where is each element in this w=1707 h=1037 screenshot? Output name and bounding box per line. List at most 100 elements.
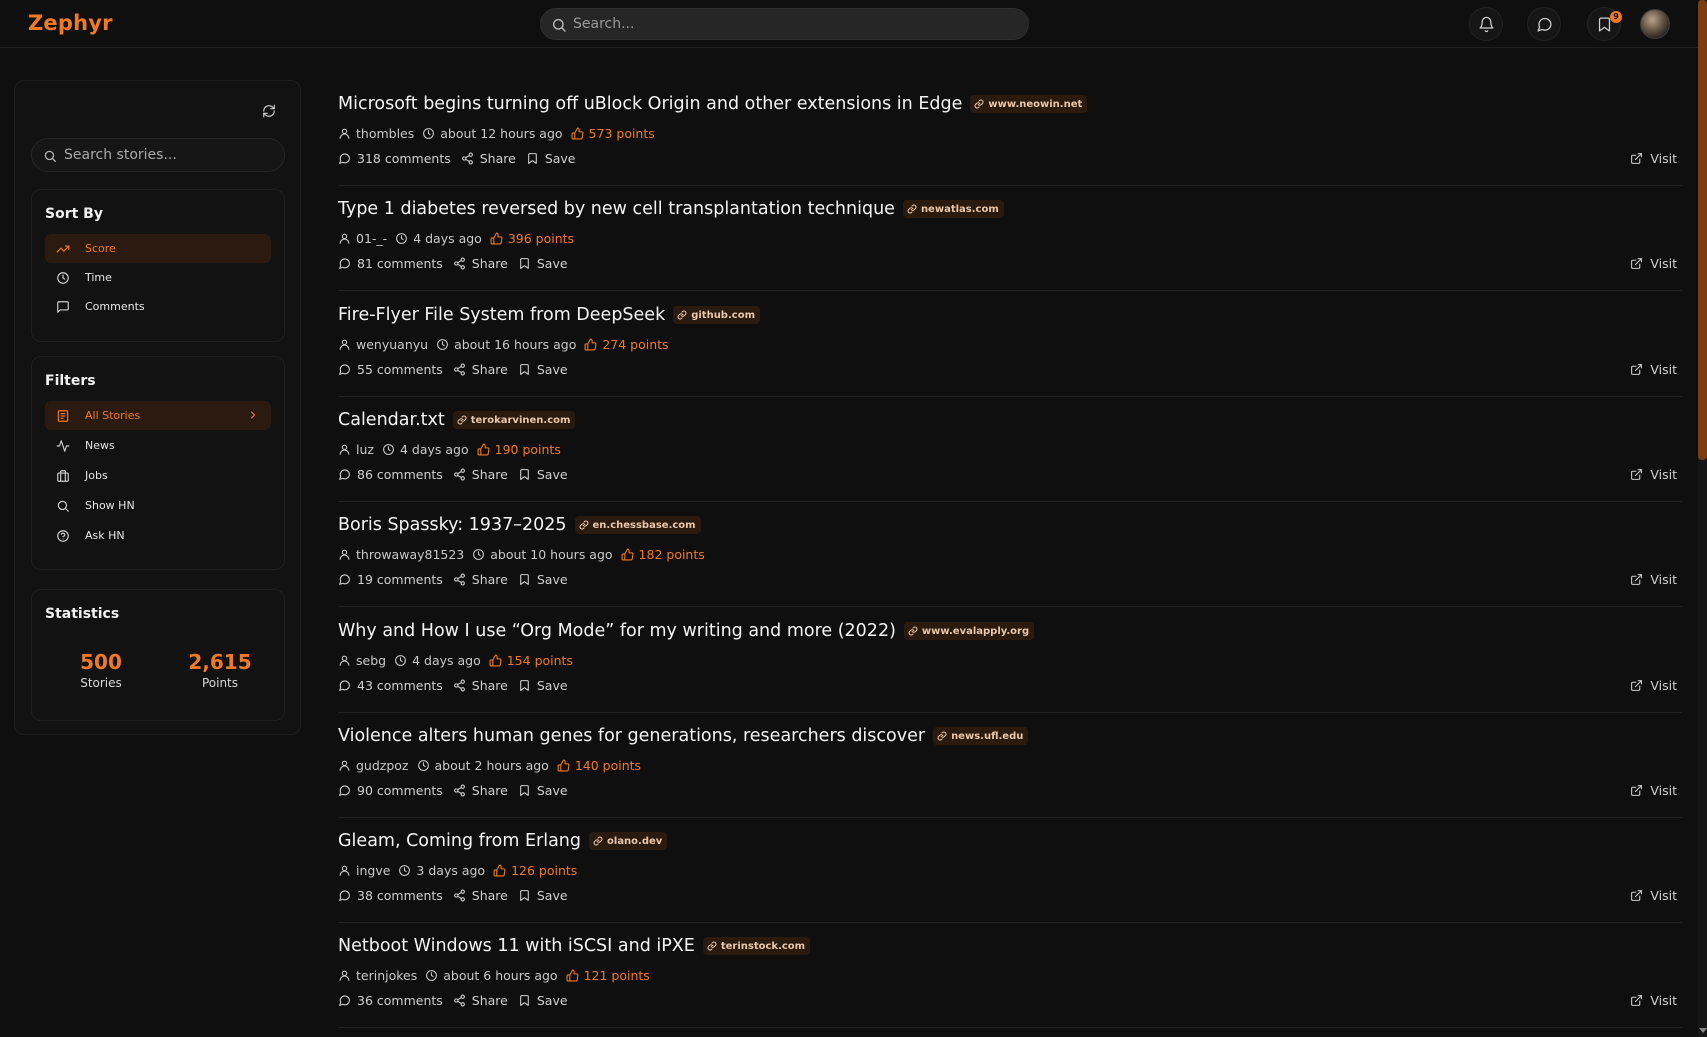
- share-label: Share: [471, 571, 508, 587]
- scroll-down-arrow[interactable]: [1699, 1028, 1707, 1033]
- comments-button[interactable]: 38 comments: [338, 888, 443, 903]
- save-button[interactable]: Save: [526, 151, 576, 166]
- story-title[interactable]: Violence alters human genes for generati…: [338, 726, 925, 746]
- visit-button[interactable]: Visit: [1630, 465, 1677, 483]
- comments-label: 19 comments: [357, 571, 443, 587]
- story-author[interactable]: sebg: [356, 653, 386, 668]
- story-item: Netboot Windows 11 with iSCSI and iPXE t…: [338, 922, 1682, 1028]
- comments-button[interactable]: 36 comments: [338, 993, 443, 1008]
- story-search-input[interactable]: [64, 139, 274, 171]
- story-title[interactable]: Microsoft begins turning off uBlock Orig…: [338, 94, 962, 114]
- link-icon: [593, 836, 603, 846]
- share-button[interactable]: Share: [453, 362, 508, 377]
- notifications-button[interactable]: [1469, 7, 1503, 41]
- filter-news[interactable]: News: [45, 431, 271, 460]
- story-domain-label: www.evalapply.org: [921, 625, 1030, 637]
- save-button[interactable]: Save: [518, 993, 568, 1008]
- story-author[interactable]: gudzpoz: [356, 758, 409, 773]
- filter-ask-hn-label: Ask HN: [85, 529, 125, 542]
- story-author[interactable]: luz: [356, 442, 374, 457]
- save-button[interactable]: Save: [518, 572, 568, 587]
- user-avatar[interactable]: [1640, 9, 1670, 39]
- story-search[interactable]: [31, 138, 285, 172]
- sort-time[interactable]: Time: [45, 263, 271, 292]
- story-title[interactable]: Fire-Flyer File System from DeepSeek: [338, 305, 665, 325]
- global-search-input[interactable]: [573, 9, 1013, 39]
- visit-button[interactable]: Visit: [1630, 254, 1677, 272]
- story-domain[interactable]: news.ufl.edu: [933, 727, 1029, 745]
- share-button[interactable]: Share: [453, 256, 508, 271]
- share-button[interactable]: Share: [453, 467, 508, 482]
- filter-all-stories[interactable]: All Stories: [45, 401, 271, 430]
- story-author[interactable]: wenyuanyu: [356, 337, 428, 352]
- save-button[interactable]: Save: [518, 467, 568, 482]
- comments-button[interactable]: 90 comments: [338, 783, 443, 798]
- story-domain[interactable]: www.evalapply.org: [903, 622, 1035, 640]
- visit-button[interactable]: Visit: [1630, 991, 1677, 1009]
- top-bar: Zephyr 9: [0, 0, 1698, 48]
- filter-ask-hn[interactable]: Ask HN: [45, 521, 271, 550]
- comments-button[interactable]: 318 comments: [338, 151, 451, 166]
- save-button[interactable]: Save: [518, 783, 568, 798]
- share-button[interactable]: Share: [453, 572, 508, 587]
- save-button[interactable]: Save: [518, 888, 568, 903]
- messages-button[interactable]: [1527, 7, 1561, 41]
- story-time: 4 days ago: [413, 230, 482, 246]
- message-circle-icon: [1536, 17, 1552, 32]
- external-link-icon: [1631, 679, 1643, 691]
- share-button[interactable]: Share: [453, 678, 508, 693]
- save-button[interactable]: Save: [518, 678, 568, 693]
- visit-button[interactable]: Visit: [1630, 676, 1677, 694]
- comments-button[interactable]: 43 comments: [338, 678, 443, 693]
- share-button[interactable]: Share: [461, 151, 516, 166]
- bell-icon: [1478, 16, 1494, 32]
- visit-button[interactable]: Visit: [1630, 781, 1677, 799]
- refresh-button[interactable]: [259, 101, 279, 121]
- visit-button[interactable]: Visit: [1630, 149, 1677, 167]
- visit-button[interactable]: Visit: [1630, 886, 1677, 904]
- share-button[interactable]: Share: [453, 888, 508, 903]
- story-title[interactable]: Gleam, Coming from Erlang: [338, 831, 581, 851]
- message-circle-icon: [338, 994, 351, 1007]
- story-author[interactable]: 01-_-: [356, 231, 387, 246]
- story-title[interactable]: Calendar.txt: [338, 410, 445, 430]
- page-scrollbar[interactable]: [1698, 0, 1707, 1037]
- app-logo[interactable]: Zephyr: [28, 11, 113, 35]
- story-domain[interactable]: terokarvinen.com: [452, 411, 576, 429]
- save-button[interactable]: Save: [518, 256, 568, 271]
- thumbs-up-icon: [477, 443, 490, 456]
- story-title[interactable]: Netboot Windows 11 with iSCSI and iPXE: [338, 936, 695, 956]
- story-domain[interactable]: en.chessbase.com: [574, 516, 701, 534]
- visit-label: Visit: [1650, 887, 1677, 903]
- story-title[interactable]: Type 1 diabetes reversed by new cell tra…: [338, 199, 895, 219]
- comments-button[interactable]: 81 comments: [338, 256, 443, 271]
- story-domain[interactable]: www.neowin.net: [970, 95, 1088, 113]
- share-button[interactable]: Share: [453, 783, 508, 798]
- story-domain[interactable]: newatlas.com: [902, 200, 1004, 218]
- story-domain[interactable]: olano.dev: [589, 832, 668, 850]
- story-author[interactable]: terinjokes: [356, 968, 417, 983]
- save-button[interactable]: Save: [518, 362, 568, 377]
- story-author[interactable]: throwaway81523: [356, 547, 464, 562]
- comments-button[interactable]: 55 comments: [338, 362, 443, 377]
- sort-score[interactable]: Score: [45, 234, 271, 263]
- global-search[interactable]: [540, 8, 1029, 40]
- filter-show-hn[interactable]: Show HN: [45, 491, 271, 520]
- comments-button[interactable]: 86 comments: [338, 467, 443, 482]
- scrollbar-thumb[interactable]: [1698, 0, 1707, 460]
- story-author[interactable]: ingve: [356, 863, 390, 878]
- story-title[interactable]: Boris Spassky: 1937–2025: [338, 515, 567, 535]
- filter-jobs[interactable]: Jobs: [45, 461, 271, 490]
- bookmarks-button[interactable]: 9: [1587, 7, 1622, 41]
- story-domain[interactable]: terinstock.com: [702, 937, 811, 955]
- share-icon: [453, 994, 466, 1007]
- story-item: Calendar.txt terokarvinen.com luz 4 days…: [338, 396, 1682, 502]
- visit-button[interactable]: Visit: [1630, 570, 1677, 588]
- comments-button[interactable]: 19 comments: [338, 572, 443, 587]
- story-author[interactable]: thombles: [356, 126, 414, 141]
- share-button[interactable]: Share: [453, 993, 508, 1008]
- sort-comments[interactable]: Comments: [45, 292, 271, 321]
- story-title[interactable]: Why and How I use “Org Mode” for my writ…: [338, 621, 896, 641]
- story-domain[interactable]: github.com: [673, 306, 760, 324]
- visit-button[interactable]: Visit: [1630, 360, 1677, 378]
